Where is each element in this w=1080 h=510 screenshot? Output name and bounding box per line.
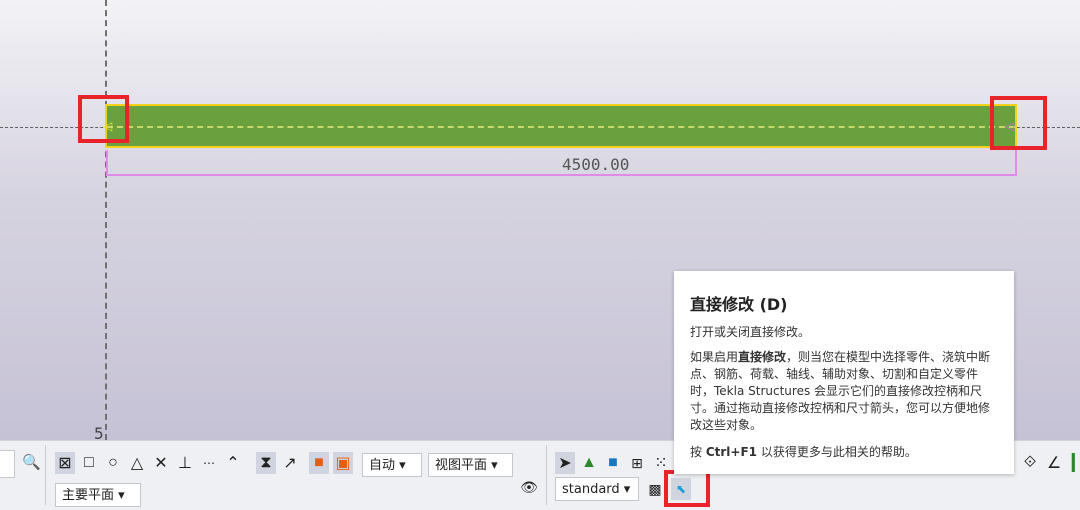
layer-icon[interactable]: ⟐: [1020, 452, 1040, 474]
search-icon[interactable]: 🔍: [22, 453, 41, 471]
grid-label: 5: [94, 424, 104, 440]
main-plane-dropdown[interactable]: 主要平面 ▾: [55, 483, 141, 507]
filter-icon[interactable]: ▩: [645, 478, 665, 500]
measure-icon[interactable]: ∠: [1044, 452, 1064, 474]
snap-geometry-points-icon[interactable]: □: [79, 452, 99, 474]
dimension-tick-right: [1015, 150, 1017, 176]
snap-nearest-icon[interactable]: ⧗: [256, 452, 276, 474]
tooltip-help-key: Ctrl+F1: [705, 445, 758, 459]
standard-dropdown-label: standard: [562, 482, 620, 497]
tooltip-help-suffix: 以获得更多与此相关的帮助。: [760, 445, 917, 459]
tooltip-help: 按 Ctrl+F1 以获得更多与此相关的帮助。: [690, 443, 998, 460]
tooltip-direct-modification: 直接修改 (D) 打开或关闭直接修改。 如果启用直接修改，则当您在模型中选择零件…: [674, 271, 1014, 474]
snap-component-icon[interactable]: ▣: [333, 452, 353, 474]
toolbar-divider: [45, 445, 46, 505]
snap-reference-points-icon[interactable]: ⊠: [55, 452, 75, 474]
select-all-icon[interactable]: ➤: [555, 452, 575, 474]
beam-part[interactable]: ◁ ◁: [103, 104, 1017, 148]
highlight-start-handle: [78, 95, 129, 143]
grid-line-vertical: [105, 0, 107, 440]
eye-icon[interactable]: 👁: [519, 476, 539, 498]
select-surface-icon[interactable]: ■: [603, 452, 623, 474]
beam-reference-line: [107, 126, 1015, 128]
highlight-direct-modification: [664, 470, 710, 507]
dimension-value[interactable]: 4500.00: [562, 155, 629, 174]
tooltip-body-prefix: 如果启用: [690, 350, 739, 364]
snap-part-icon[interactable]: ■: [309, 452, 329, 474]
snap-points-icon[interactable]: ○: [103, 452, 123, 474]
snap-free-icon[interactable]: ↗: [280, 452, 300, 474]
tooltip-subtitle: 打开或关闭直接修改。: [690, 325, 811, 339]
dimension-line[interactable]: [106, 174, 1016, 176]
snap-end-points-icon[interactable]: △: [127, 452, 147, 474]
toolbar-divider: [546, 445, 547, 505]
snap-perpendicular-icon[interactable]: ⊥: [175, 452, 195, 474]
main-plane-dropdown-label: 主要平面: [62, 488, 115, 503]
auto-dropdown-label: 自动: [369, 458, 396, 473]
tooltip-title: 直接修改 (D): [690, 295, 788, 314]
snap-intersections-icon[interactable]: ✕: [151, 452, 171, 474]
tooltip-help-prefix: 按: [690, 445, 703, 459]
select-parts-icon[interactable]: ▲: [579, 452, 599, 474]
snap-extension-icon[interactable]: ⋯: [199, 452, 219, 474]
view-plane-dropdown-label: 视图平面: [435, 458, 488, 473]
tooltip-body-bold: 直接修改: [738, 350, 787, 364]
standard-dropdown[interactable]: standard ▾: [555, 477, 639, 501]
view-plane-dropdown[interactable]: 视图平面 ▾: [428, 453, 513, 477]
snap-lines-icon[interactable]: ⌃: [223, 452, 243, 474]
dimension-tick-left: [106, 150, 108, 176]
highlight-end-handle: [990, 96, 1047, 150]
more-icon[interactable]: ▎: [1068, 452, 1080, 474]
tooltip-body: 如果启用直接修改，则当您在模型中选择零件、浇筑中断点、钢筋、荷载、轴线、辅助对象…: [690, 349, 998, 434]
select-grid-icon[interactable]: ⊞: [627, 452, 647, 474]
auto-dropdown[interactable]: 自动 ▾: [362, 453, 422, 477]
search-input[interactable]: [0, 450, 15, 478]
